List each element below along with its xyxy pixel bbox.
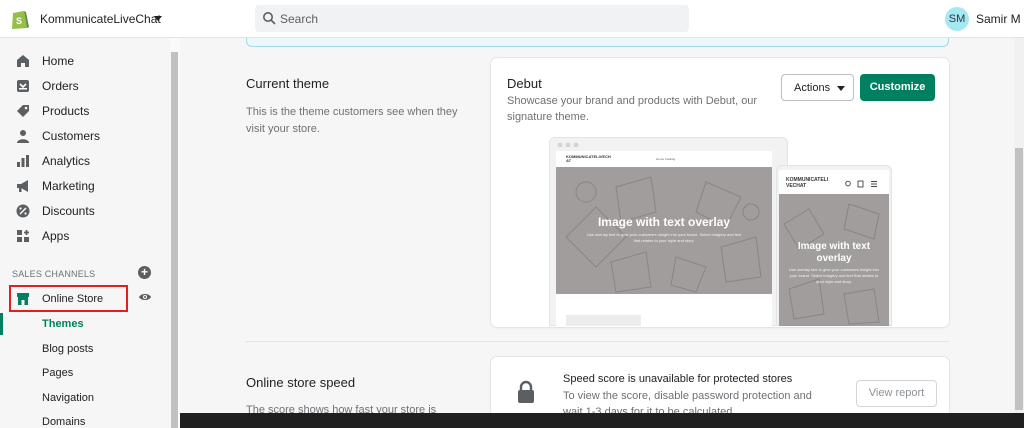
sidebar-item-home[interactable]: Home [0, 49, 165, 73]
user-name[interactable]: Samir M [976, 12, 1021, 26]
online-store-row[interactable]: Online Store [0, 287, 120, 311]
lock-icon [518, 380, 534, 403]
window-dots-icon [557, 142, 579, 148]
speed-unavailable-title: Speed score is unavailable for protected… [563, 373, 793, 385]
search-input[interactable]: Search [255, 5, 689, 32]
customize-button[interactable]: Customize [860, 74, 935, 101]
orders-icon [17, 80, 29, 92]
mobile-preview-subtitle: Use overlay text to give your customers … [788, 267, 880, 284]
online-store-label: Online Store [42, 293, 104, 305]
top-bar: S KommunicateLiveChat Search SM Samir M [0, 0, 1024, 38]
tag-icon [17, 105, 29, 117]
mobile-preview-title: Image with text overlay [797, 241, 871, 264]
desktop-preview-menu: Home Catalog [656, 157, 676, 161]
sidebar-item-label: Analytics [42, 154, 91, 168]
desktop-preview-title: Image with text overlay [597, 215, 731, 229]
add-channel-plus-icon[interactable]: + [138, 266, 151, 279]
sidebar-item-label: Products [42, 104, 90, 118]
search-placeholder: Search [280, 12, 319, 26]
sidebar-item-label: Orders [42, 79, 79, 93]
current-theme-heading: Current theme [246, 76, 330, 91]
sidebar-subitem-blog-posts[interactable]: Blog posts [42, 343, 93, 355]
sidebar-item-apps[interactable]: Apps [0, 224, 165, 248]
sidebar-item-label: Home [42, 54, 75, 68]
actions-button[interactable]: Actions [781, 74, 854, 101]
sidebar-item-label: Apps [42, 229, 70, 243]
store-icon [17, 293, 29, 305]
discount-icon [16, 204, 30, 218]
desktop-preview-hero [556, 167, 772, 294]
megaphone-icon [17, 180, 28, 192]
person-icon [17, 130, 29, 143]
speed-heading: Online store speed [246, 375, 356, 390]
desktop-preview-subtitle: Use overlay text to give your customers … [586, 232, 742, 243]
sidebar-item-marketing[interactable]: Marketing [0, 174, 165, 198]
mobile-preview-nav-icons [845, 180, 877, 188]
desktop-preview-brand: KOMMUNICATELIVECH AT [566, 154, 611, 163]
sidebar-item-label: Customers [42, 129, 101, 143]
sidebar-item-label: Discounts [42, 204, 95, 218]
apps-icon [17, 230, 29, 242]
store-name[interactable]: KommunicateLiveChat [40, 12, 161, 26]
avatar[interactable]: SM [945, 7, 969, 31]
theme-description: Showcase your brand and products with De… [507, 95, 758, 123]
sidebar-item-discounts[interactable]: Discounts [0, 199, 165, 223]
sidebar-item-products[interactable]: Products [0, 99, 165, 123]
section-divider [246, 341, 949, 342]
svg-text:S: S [16, 16, 22, 26]
sidebar-item-customers[interactable]: Customers [0, 124, 165, 148]
store-dropdown-caret-icon[interactable] [154, 16, 162, 21]
sidebar-item-label: Marketing [42, 179, 95, 193]
main-scrollbar-thumb[interactable] [1015, 148, 1023, 410]
search-icon [263, 12, 276, 25]
desktop-preview-footer-block [566, 315, 641, 326]
home-icon [17, 55, 29, 67]
shopify-logo-icon[interactable]: S [10, 8, 30, 30]
info-banner [246, 38, 949, 47]
sidebar-scrollbar-thumb[interactable] [171, 52, 178, 428]
actions-button-label: Actions [794, 82, 831, 94]
bottom-bar [180, 413, 1024, 428]
sidebar-subitem-pages[interactable]: Pages [42, 367, 73, 379]
view-report-button[interactable]: View report [856, 380, 937, 407]
sales-channels-title: SALES CHANNELS [12, 269, 96, 279]
hero-pattern-icon [565, 176, 762, 293]
active-indicator [0, 313, 3, 335]
sidebar-subitem-domains[interactable]: Domains [42, 416, 85, 428]
eye-icon[interactable] [138, 292, 152, 302]
sidebar-item-analytics[interactable]: Analytics [0, 149, 165, 173]
current-theme-description: This is the theme customers see when the… [246, 106, 458, 135]
mobile-preview-brand: KOMMUNICATELI VECHAT [786, 177, 829, 189]
sidebar-subitem-navigation[interactable]: Navigation [42, 392, 94, 404]
theme-name: Debut [507, 76, 542, 91]
bar-chart-icon [17, 155, 29, 167]
sidebar-item-orders[interactable]: Orders [0, 74, 165, 98]
sidebar-subitem-themes[interactable]: Themes [42, 318, 84, 330]
chevron-down-icon [837, 86, 845, 91]
